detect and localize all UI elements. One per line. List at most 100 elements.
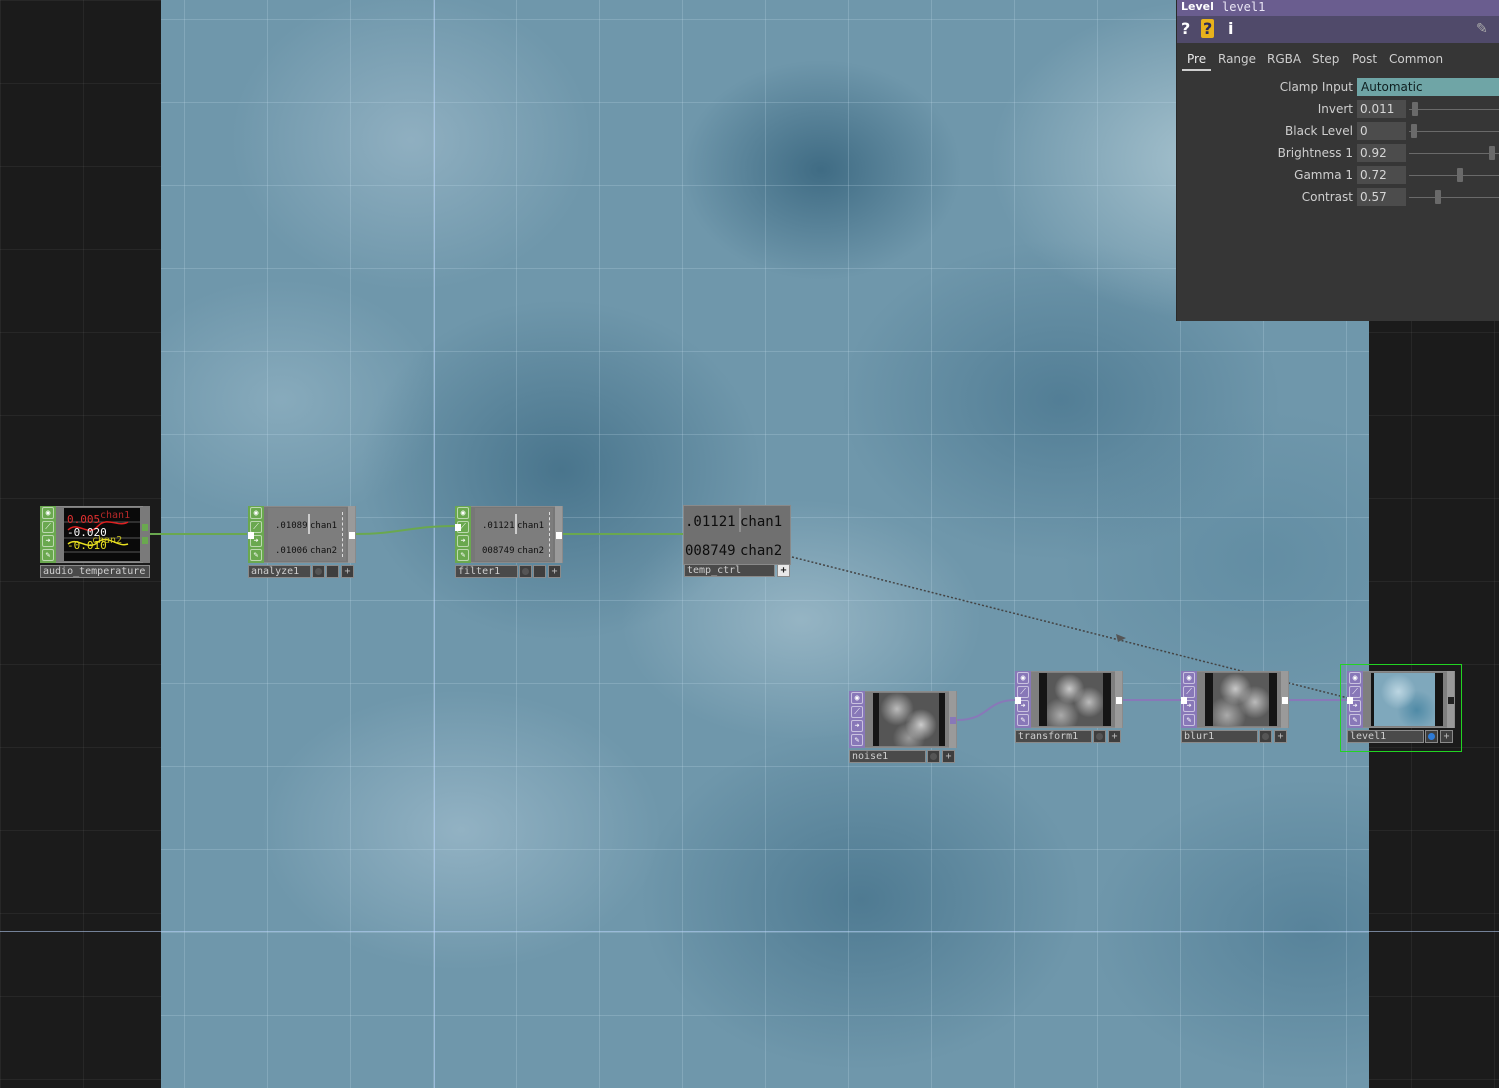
edit-pencil-icon[interactable]: ✎ xyxy=(1476,21,1488,37)
tab-rgba[interactable]: RGBA xyxy=(1267,52,1301,66)
node-name-label[interactable]: noise1 xyxy=(849,750,926,763)
invert-slider-track[interactable] xyxy=(1409,109,1499,110)
invert-field[interactable]: 0.011 xyxy=(1357,100,1406,118)
lock-icon[interactable]: ➜ xyxy=(851,720,863,732)
contrast-field[interactable]: 0.57 xyxy=(1357,188,1406,206)
display-flag-button[interactable] xyxy=(533,565,546,578)
node-name-label[interactable]: transform1 xyxy=(1015,730,1092,743)
expand-plus-icon[interactable]: + xyxy=(1274,730,1287,743)
input-connector[interactable] xyxy=(1015,697,1021,704)
parameter-panel[interactable]: Level level1 ? ? i ✎ Pre Range RGBA Step… xyxy=(1176,0,1499,321)
viewer-icon[interactable]: ◉ xyxy=(851,692,863,704)
cook-icon[interactable]: ✎ xyxy=(42,549,54,561)
viewer-icon[interactable]: ◉ xyxy=(1183,672,1195,684)
output-connector[interactable] xyxy=(349,532,355,539)
lock-icon[interactable]: ➜ xyxy=(42,535,54,547)
viewer-flag-button[interactable] xyxy=(519,565,532,578)
viewer-icon[interactable]: ◉ xyxy=(42,507,54,519)
info-icon[interactable]: i xyxy=(1228,19,1233,38)
cook-icon[interactable]: ✎ xyxy=(457,549,469,561)
cook-icon[interactable]: ✎ xyxy=(851,734,863,746)
node-temp-ctrl[interactable]: .01121 chan1 008749 chan2 temp_ctrl + xyxy=(683,505,791,579)
tab-common[interactable]: Common xyxy=(1389,52,1443,66)
black-level-field[interactable]: 0 xyxy=(1357,122,1406,140)
output-connector[interactable] xyxy=(556,532,562,539)
param-row-invert: Invert 0.011 xyxy=(1177,99,1499,119)
output-connector-1[interactable] xyxy=(142,524,148,531)
node-name-label[interactable]: filter1 xyxy=(455,565,518,578)
node-audio-temperature[interactable]: ◉ ⟋ ➜ ✎ 0.005 -0.020 -0.010 chan1 chan2 … xyxy=(40,506,150,579)
cook-icon[interactable]: ✎ xyxy=(1183,714,1195,726)
bypass-icon[interactable]: ⟋ xyxy=(851,706,863,718)
black-level-slider-track[interactable] xyxy=(1409,131,1499,132)
output-connector[interactable] xyxy=(1116,697,1122,704)
viewer-flag-button[interactable] xyxy=(1425,730,1438,743)
input-connector[interactable] xyxy=(248,532,254,539)
gamma-field[interactable]: 0.72 xyxy=(1357,166,1406,184)
node-analyze1[interactable]: ◉ ⟋ ➜ ✎ .01089 chan1 .01006 chan2 analyz… xyxy=(248,506,356,579)
node-name-label[interactable]: blur1 xyxy=(1181,730,1258,743)
gamma-slider-track[interactable] xyxy=(1409,175,1499,176)
expand-plus-icon[interactable]: + xyxy=(1440,730,1453,743)
wire-noise-to-transform[interactable] xyxy=(956,699,1017,721)
viewer-icon[interactable]: ◉ xyxy=(250,507,262,519)
invert-slider-handle[interactable] xyxy=(1411,102,1418,116)
viewer-flag-dot xyxy=(930,753,937,760)
node-flag-strip[interactable]: ◉ ⟋ ➜ ✎ xyxy=(40,506,56,563)
cook-icon[interactable]: ✎ xyxy=(1017,714,1029,726)
contrast-slider-handle[interactable] xyxy=(1434,190,1441,204)
node-blur1[interactable]: ◉ ⟋ ➜ ✎ blur1 + xyxy=(1181,671,1289,745)
expand-plus-icon[interactable]: + xyxy=(341,565,354,578)
output-connector-2[interactable] xyxy=(142,537,148,544)
node-name-label[interactable]: level1 xyxy=(1347,730,1424,743)
operator-name-field[interactable]: level1 xyxy=(1222,0,1265,14)
expand-plus-icon[interactable]: + xyxy=(548,565,561,578)
brightness-slider-track[interactable] xyxy=(1409,153,1499,154)
input-connector[interactable] xyxy=(1181,697,1187,704)
output-connector[interactable] xyxy=(1448,697,1454,704)
gamma-slider-handle[interactable] xyxy=(1456,168,1463,182)
node-level1[interactable]: ◉ ⟋ ➜ ✎ level1 + xyxy=(1340,664,1462,752)
node-flag-strip[interactable]: ◉ ⟋ ➜ ✎ xyxy=(455,506,471,563)
contrast-slider-track[interactable] xyxy=(1409,197,1499,198)
viewer-flag-button[interactable] xyxy=(1259,730,1272,743)
node-body[interactable]: .01121 chan1 008749 chan2 xyxy=(683,505,791,565)
python-help-icon[interactable]: ? xyxy=(1201,19,1215,38)
viewer-flag-button[interactable] xyxy=(927,750,940,763)
node-name-label[interactable]: audio_temperature xyxy=(40,565,150,578)
expand-plus-icon[interactable]: + xyxy=(1108,730,1121,743)
brightness-field[interactable]: 0.92 xyxy=(1357,144,1406,162)
node-noise1[interactable]: ◉ ⟋ ➜ ✎ noise1 + xyxy=(849,691,957,765)
tab-post[interactable]: Post xyxy=(1352,52,1377,66)
brightness-slider-handle[interactable] xyxy=(1489,146,1496,160)
input-connector[interactable] xyxy=(455,524,461,531)
viewer-icon[interactable]: ◉ xyxy=(1349,672,1361,684)
tab-range[interactable]: Range xyxy=(1218,52,1256,66)
black-level-slider-handle[interactable] xyxy=(1411,124,1417,138)
viewer-flag-button[interactable] xyxy=(1093,730,1106,743)
expand-plus-icon[interactable]: + xyxy=(777,564,790,577)
wire-analyze-to-filter[interactable] xyxy=(355,525,456,535)
cook-icon[interactable]: ✎ xyxy=(1349,714,1361,726)
cook-icon[interactable]: ✎ xyxy=(250,549,262,561)
tab-pre[interactable]: Pre xyxy=(1181,52,1212,71)
node-filter1[interactable]: ◉ ⟋ ➜ ✎ .01121 chan1 008749 chan2 filter… xyxy=(455,506,563,579)
export-link-arrow xyxy=(1116,634,1126,642)
node-transform1[interactable]: ◉ ⟋ ➜ ✎ transform1 + xyxy=(1015,671,1123,745)
expand-plus-icon[interactable]: + xyxy=(942,750,955,763)
node-name-label[interactable]: temp_ctrl xyxy=(684,564,775,577)
output-connector[interactable] xyxy=(1282,697,1288,704)
viewer-icon[interactable]: ◉ xyxy=(1017,672,1029,684)
node-flag-strip[interactable]: ◉ ⟋ ➜ ✎ xyxy=(849,691,865,748)
display-flag-button[interactable] xyxy=(326,565,339,578)
clamp-input-menu[interactable]: Automatic xyxy=(1357,78,1499,96)
viewer-flag-button[interactable] xyxy=(312,565,325,578)
tab-step[interactable]: Step xyxy=(1312,52,1339,66)
viewer-icon[interactable]: ◉ xyxy=(457,507,469,519)
bypass-icon[interactable]: ⟋ xyxy=(42,521,54,533)
input-connector[interactable] xyxy=(1347,697,1353,704)
output-connector[interactable] xyxy=(950,717,956,724)
help-icon[interactable]: ? xyxy=(1181,19,1190,38)
node-name-label[interactable]: analyze1 xyxy=(248,565,311,578)
lock-icon[interactable]: ➜ xyxy=(457,535,469,547)
